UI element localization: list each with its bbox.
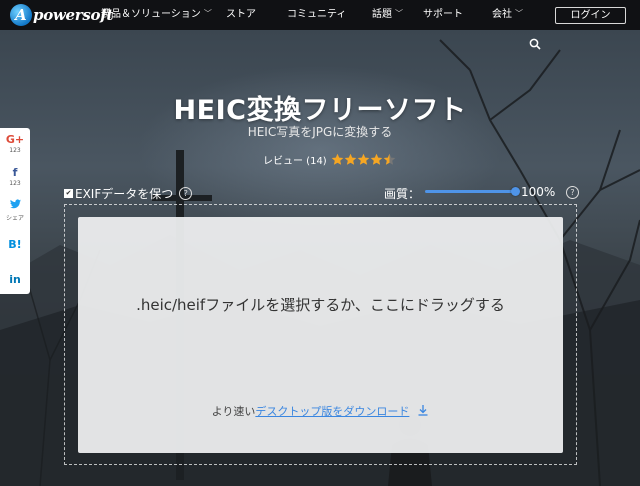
exif-label: EXIFデータを保つ <box>75 187 174 201</box>
share-google-plus[interactable]: G+ 123 <box>0 133 30 154</box>
download-prefix: より速い <box>211 405 256 418</box>
review-count[interactable]: レビュー (14) <box>263 152 327 167</box>
download-row: より速い デスクトップ版をダウンロード <box>78 403 563 419</box>
nav-item-topics[interactable]: 話題 ﹀ <box>372 0 403 30</box>
google-plus-icon: G+ <box>5 133 25 146</box>
linkedin-icon: in <box>9 273 21 286</box>
nav-item-label: 話題 <box>372 9 392 20</box>
logo[interactable]: A powersoft <box>10 4 113 26</box>
slider-track <box>425 190 515 193</box>
help-icon[interactable]: ? <box>566 186 579 199</box>
twitter-icon <box>0 199 30 212</box>
nav-item-label: サポート <box>423 9 463 20</box>
page-title: HEIC変換フリーソフト <box>173 95 467 126</box>
search-icon[interactable] <box>529 35 541 54</box>
quality-value: 100% <box>521 185 556 199</box>
nav-item-products[interactable]: 製品＆ソリューション ﹀ <box>101 0 212 30</box>
login-button[interactable]: ログイン <box>555 7 626 24</box>
star-icon <box>331 153 344 165</box>
share-twitter[interactable]: シェア <box>0 199 30 222</box>
quality-slider[interactable] <box>425 187 520 196</box>
hatena-bookmark-icon: B! <box>8 238 22 251</box>
star-icon <box>383 153 396 165</box>
star-icon <box>357 153 370 165</box>
download-icon[interactable] <box>417 404 429 419</box>
page-subtitle: HEIC写真をJPGに変換する <box>247 125 393 139</box>
chevron-down-icon: ﹀ <box>203 9 212 18</box>
drop-zone-prompt: .heic/heifファイルを選択するか、ここにドラッグする <box>136 296 505 314</box>
share-facebook[interactable]: f 123 <box>0 166 30 187</box>
chevron-down-icon: ﹀ <box>515 9 523 18</box>
share-sidebar: G+ 123 f 123 シェア B! in <box>0 128 30 294</box>
star-rating <box>331 153 396 166</box>
rating: レビュー (14) <box>263 152 396 167</box>
share-hatena[interactable]: B! <box>0 238 30 251</box>
top-nav: A powersoft 製品＆ソリューション ﹀ ストア コミュニティ 話題 ﹀ サ… <box>0 0 640 30</box>
nav-item-label: ストア <box>226 9 256 20</box>
star-icon <box>370 153 383 165</box>
nav-item-company[interactable]: 会社 ﹀ <box>492 0 523 30</box>
nav-item-label: 会社 <box>492 9 512 20</box>
slider-thumb[interactable] <box>510 187 520 196</box>
share-count: シェア <box>5 215 24 222</box>
star-icon <box>344 153 357 165</box>
exif-option[interactable]: ✔ EXIFデータを保つ ? <box>64 185 193 202</box>
chevron-down-icon: ﹀ <box>395 9 403 18</box>
exif-checkbox[interactable]: ✔ <box>64 189 73 198</box>
nav-item-support[interactable]: サポート <box>423 0 463 30</box>
desktop-download-link[interactable]: デスクトップ版をダウンロード <box>255 403 409 419</box>
logo-mark: A <box>10 4 32 26</box>
nav-item-label: コミュニティ <box>287 9 347 20</box>
nav-item-label: 製品＆ソリューション <box>101 9 201 20</box>
nav-item-community[interactable]: コミュニティ <box>287 0 346 30</box>
share-count: 123 <box>9 147 21 154</box>
facebook-icon: f <box>12 166 18 179</box>
drop-zone[interactable]: .heic/heifファイルを選択するか、ここにドラッグする より速い デスクト… <box>78 217 563 453</box>
help-icon[interactable]: ? <box>179 187 193 200</box>
share-linkedin[interactable]: in <box>0 273 30 286</box>
quality-label: 画質： <box>384 187 421 201</box>
nav-item-store[interactable]: ストア <box>226 0 256 30</box>
share-count: 123 <box>9 180 21 187</box>
